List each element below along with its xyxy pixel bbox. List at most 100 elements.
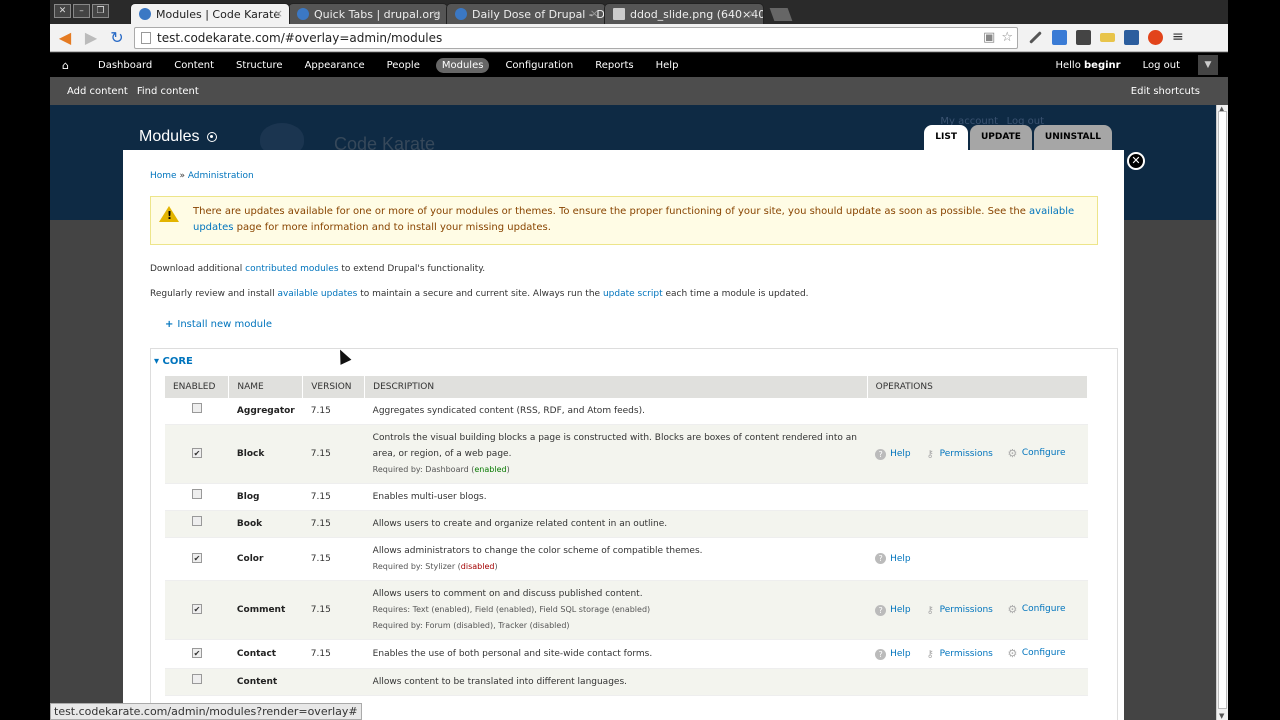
enabled-checkbox[interactable] [191, 403, 202, 413]
ticket-icon[interactable] [1100, 33, 1115, 42]
close-tab-icon[interactable]: × [748, 7, 757, 20]
configure-link[interactable]: ⚙ Configure [1007, 445, 1065, 461]
admin-menu-configuration[interactable]: Configuration [499, 58, 579, 73]
translate-icon[interactable]: ▣ [983, 30, 995, 45]
enabled-checkbox[interactable] [191, 489, 202, 499]
admin-menu-appearance[interactable]: Appearance [299, 58, 371, 73]
description-cell: Allows users to comment on and discuss p… [364, 580, 868, 640]
breadcrumb-administration[interactable]: Administration [188, 171, 254, 181]
name-cell: Contact [228, 639, 303, 669]
help-link[interactable]: ? Help [875, 602, 911, 618]
admin-menu-modules[interactable]: Modules [435, 57, 490, 73]
minimize-window-button[interactable]: – [73, 4, 90, 18]
browser-tab-image[interactable]: ddod_slide.png (640×400) × [604, 3, 764, 24]
forward-button[interactable]: ▶ [80, 27, 102, 49]
column-description[interactable]: DESCRIPTION [364, 376, 868, 398]
admin-menu-reports[interactable]: Reports [589, 58, 639, 73]
scrollbar[interactable]: ▲ ▼ [1216, 105, 1228, 720]
address-bar[interactable]: test.codekarate.com/#overlay=admin/modul… [134, 26, 1018, 49]
tab-update[interactable]: UPDATE [969, 125, 1032, 150]
scroll-down-arrow-icon[interactable]: ▼ [1219, 712, 1224, 720]
module-version: 7.15 [310, 519, 331, 529]
bookmark-star-icon[interactable]: ☆ [1001, 30, 1013, 45]
help-link[interactable]: ? Help [875, 551, 911, 567]
browser-tab-daily-dose[interactable]: Daily Dose of Drupal - Dr × [446, 3, 606, 24]
available-updates-link-2[interactable]: available updates [277, 289, 357, 299]
module-description: Allows users to create and organize rela… [372, 519, 668, 529]
required-by: Required by: Dashboard (enabled) [372, 465, 510, 474]
close-overlay-button[interactable]: ✕ [1127, 152, 1145, 170]
close-tab-icon[interactable]: × [432, 7, 441, 20]
core-fieldset: ▾ CORE ENABLED NAME VERSION DESCRIPTION … [150, 348, 1118, 720]
back-button[interactable]: ◀ [54, 27, 76, 49]
admin-menu-content[interactable]: Content [168, 58, 220, 73]
update-script-link[interactable]: update script [603, 289, 663, 299]
column-operations[interactable]: OPERATIONS [867, 376, 1089, 398]
name-cell: Aggregator [228, 398, 303, 425]
edit-shortcuts-link[interactable]: Edit shortcuts [1131, 86, 1200, 97]
contributed-modules-link[interactable]: contributed modules [245, 264, 338, 274]
table-row: Aggregator 7.15 Aggregates syndicated cont… [165, 398, 1088, 425]
close-tab-icon[interactable]: × [590, 7, 599, 20]
enabled-checkbox[interactable]: ✔ [191, 647, 202, 658]
operations-cell [867, 398, 1088, 425]
column-enabled[interactable]: ENABLED [165, 376, 230, 398]
enabled-checkbox[interactable] [191, 516, 202, 526]
warning-icon [159, 206, 179, 224]
enabled-checkbox[interactable] [191, 673, 202, 684]
scrollbar-thumb[interactable] [1218, 111, 1227, 709]
eyedropper-icon[interactable] [1029, 31, 1042, 44]
help-link[interactable]: ? Help [875, 646, 911, 662]
admin-menu-dashboard[interactable]: Dashboard [92, 58, 158, 73]
configure-link[interactable]: ⚙ Configure [1007, 645, 1065, 661]
username[interactable]: beginr [1084, 60, 1121, 71]
reload-button[interactable]: ↻ [106, 27, 128, 49]
enabled-checkbox[interactable]: ✔ [191, 604, 202, 614]
breadcrumb-home[interactable]: Home [150, 171, 177, 181]
permissions-link[interactable]: ⚷ Permissions [925, 446, 992, 462]
configure-link[interactable]: ⚙ Configure [1007, 601, 1065, 617]
close-tab-icon[interactable]: × [274, 7, 283, 20]
install-new-module-link[interactable]: + Install new module [165, 319, 272, 330]
table-row: Blog 7.15 Enables multi-user blogs. [165, 483, 1088, 511]
enabled-cell: ✔ [165, 424, 229, 484]
shortcut-find-content[interactable]: Find content [137, 86, 199, 97]
admin-menu-people[interactable]: People [381, 58, 426, 73]
version-cell: 7.15 [302, 510, 365, 538]
shortcut-add-icon[interactable] [207, 132, 218, 142]
enabled-checkbox[interactable]: ✔ [191, 553, 202, 563]
module-version: 7.15 [310, 449, 331, 459]
permissions-link[interactable]: ⚷ Permissions [925, 602, 992, 618]
tab-uninstall[interactable]: UNINSTALL [1033, 125, 1112, 150]
menu-icon[interactable]: ≡ [1172, 30, 1187, 45]
name-cell: Content [228, 668, 303, 696]
admin-menu-help[interactable]: Help [650, 58, 685, 73]
warning-text: There are updates available for one or m… [193, 206, 1030, 217]
shortcut-add-content[interactable]: Add content [67, 86, 128, 97]
permissions-link[interactable]: ⚷ Permissions [925, 646, 992, 662]
browser-tab-modules[interactable]: Modules | Code Karate × [130, 3, 290, 24]
help-link[interactable]: ? Help [875, 446, 911, 462]
column-name[interactable]: NAME [228, 376, 304, 398]
tab-list[interactable]: LIST [924, 125, 968, 150]
screen-capture-icon[interactable] [1052, 30, 1067, 45]
admin-menu-structure[interactable]: Structure [230, 58, 289, 73]
column-version[interactable]: VERSION [302, 376, 366, 398]
home-icon[interactable]: ⌂ [62, 59, 82, 72]
name-cell: Color [228, 537, 303, 581]
browser-tab-quick-tabs[interactable]: Quick Tabs | drupal.org × [288, 3, 448, 24]
new-tab-button[interactable] [769, 8, 793, 21]
trello-icon[interactable] [1124, 30, 1139, 45]
table-header-row: ENABLED NAME VERSION DESCRIPTION OPERATI… [165, 376, 1089, 398]
maximize-window-button[interactable]: ❐ [92, 4, 109, 18]
enabled-checkbox[interactable]: ✔ [191, 448, 202, 458]
clipboard-icon[interactable] [1076, 30, 1091, 45]
close-window-button[interactable]: ✕ [54, 4, 71, 18]
help-label: Help [890, 449, 911, 460]
gear-icon: ⚙ [1007, 446, 1018, 460]
core-section-toggle[interactable]: ▾ CORE [154, 356, 193, 367]
module-description: Enables the use of both personal and sit… [372, 648, 653, 659]
logout-link[interactable]: Log out [1143, 60, 1180, 71]
shortcuts-toggle-icon[interactable]: ▼ [1198, 55, 1218, 75]
stumbleupon-icon[interactable] [1148, 30, 1163, 45]
